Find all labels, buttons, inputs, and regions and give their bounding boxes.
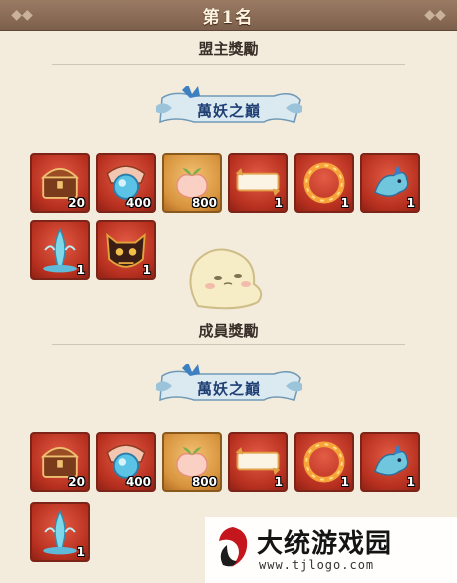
reward-item[interactable]: 20 [30, 153, 90, 213]
ghost-mascot-icon [189, 248, 263, 310]
member-reward-title: 成員獎勵 [198, 322, 259, 340]
reward-item[interactable]: 20 [30, 432, 90, 492]
reward-quantity: 1 [406, 475, 415, 489]
leader-reward-title: 盟主獎勵 [198, 40, 259, 58]
reward-item[interactable]: 1 [228, 153, 288, 213]
banner-ornament-left-icon: ◆◆ [11, 7, 33, 23]
reward-quantity: 1 [274, 475, 283, 489]
reward-item[interactable]: 800 [162, 432, 222, 492]
watermark-name: 大统游戏园 [257, 529, 393, 559]
section-divider [52, 64, 405, 65]
scroll-title-label: 萬妖之巔 [196, 102, 261, 120]
reward-item[interactable]: 1 [30, 220, 90, 280]
reward-quantity: 20 [68, 475, 85, 489]
reward-item[interactable]: 400 [96, 432, 156, 492]
reward-quantity: 1 [76, 545, 85, 559]
reward-quantity: 400 [125, 475, 151, 489]
reward-quantity: 800 [191, 475, 217, 489]
reward-quantity: 1 [142, 263, 151, 277]
reward-item[interactable]: 1 [30, 502, 90, 562]
reward-item[interactable]: 1 [360, 432, 420, 492]
reward-item[interactable]: 1 [360, 153, 420, 213]
section-divider [52, 344, 405, 345]
reward-quantity: 400 [125, 196, 151, 210]
reward-quantity: 1 [406, 196, 415, 210]
reward-item[interactable]: 800 [162, 153, 222, 213]
reward-quantity: 1 [340, 475, 349, 489]
reward-quantity: 20 [68, 196, 85, 210]
title-scroll-badge: 萬妖之巔 [154, 364, 304, 406]
scroll-title-label: 萬妖之巔 [196, 380, 261, 398]
reward-quantity: 1 [76, 263, 85, 277]
reward-item[interactable]: 1 [294, 432, 354, 492]
banner-ornament-right-icon: ◆◆ [424, 7, 446, 23]
site-watermark: 大统游戏园 www.tjlogo.com [205, 517, 457, 583]
reward-quantity: 1 [340, 196, 349, 210]
reward-quantity: 1 [274, 196, 283, 210]
title-scroll-badge: 萬妖之巔 [154, 86, 304, 128]
site-logo-icon [219, 527, 248, 567]
reward-item[interactable]: 1 [228, 432, 288, 492]
reward-item[interactable]: 400 [96, 153, 156, 213]
reward-item[interactable]: 1 [294, 153, 354, 213]
watermark-url: www.tjlogo.com [259, 558, 375, 572]
rank-title: 第1名 [202, 7, 255, 28]
rank-banner: ◆◆ 第1名 ◆◆ [0, 0, 457, 31]
reward-quantity: 800 [191, 196, 217, 210]
reward-item[interactable]: 1 [96, 220, 156, 280]
